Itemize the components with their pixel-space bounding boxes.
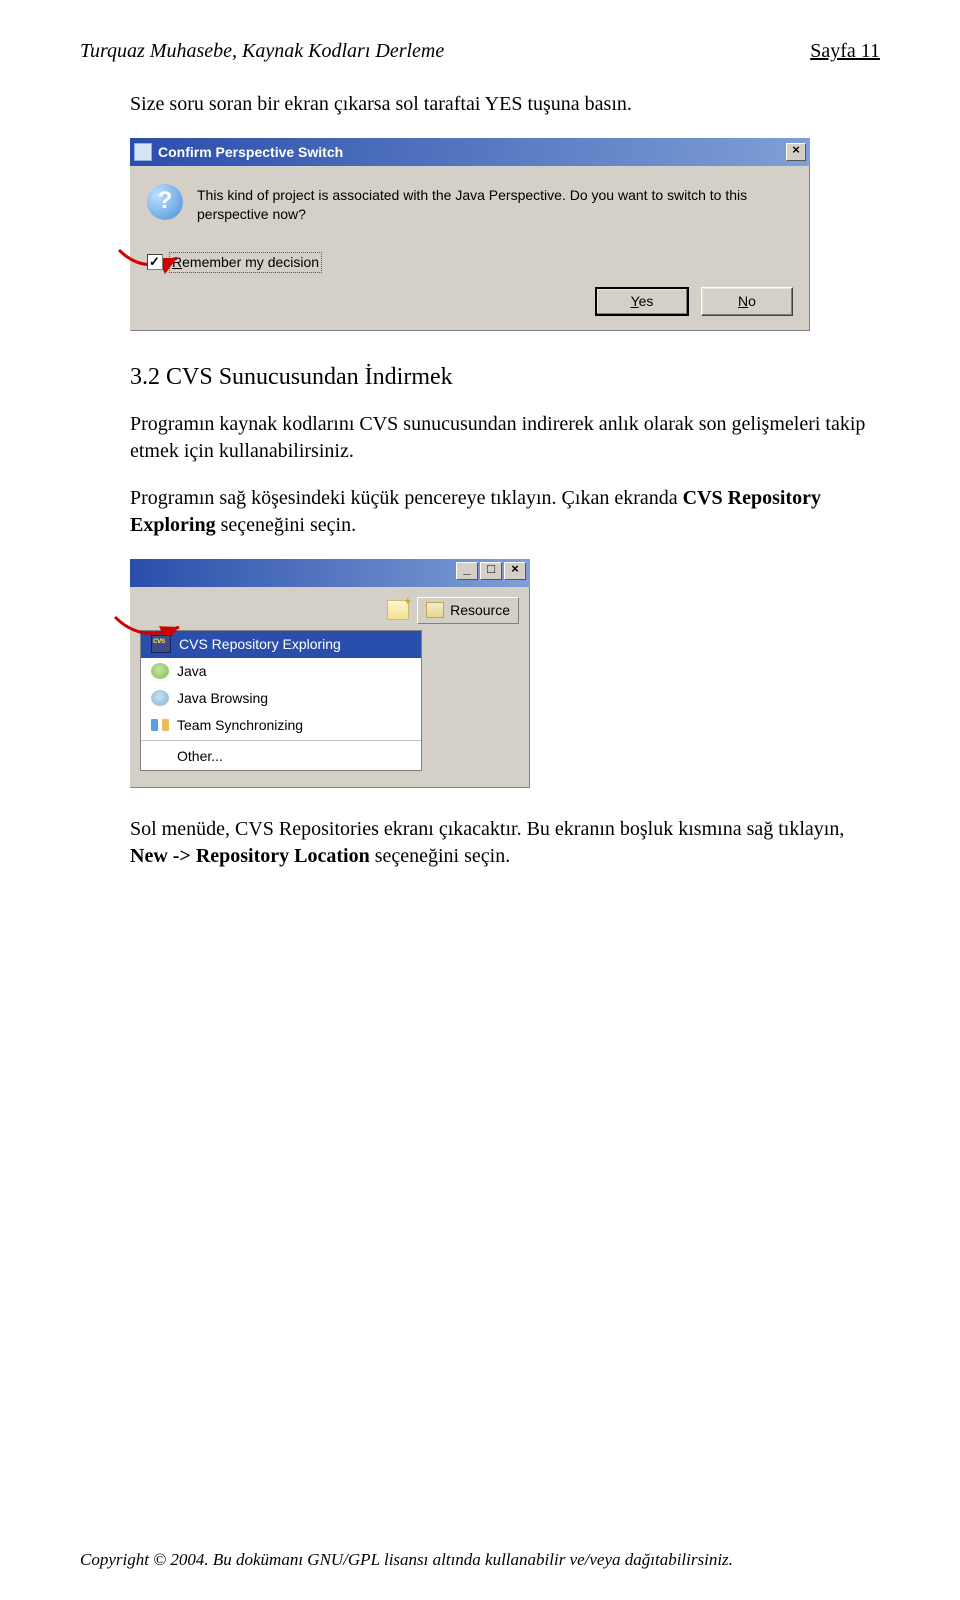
dialog-body: This kind of project is associated with … [130,166,810,331]
header-page-number: Sayfa 11 [810,40,880,63]
remember-checkbox[interactable] [147,254,163,270]
para3-text-c: seçeneğini seçin. [216,514,357,536]
maximize-button[interactable]: □ [480,562,502,580]
question-icon [147,184,183,220]
perspective-body: Resource CVS Repository Exploring Java [130,587,530,788]
para4-bold: New -> Repository Location [130,845,370,867]
para4-text-c: seçeneğini seçin. [370,845,511,867]
resource-label: Resource [450,601,510,620]
eclipse-icon [134,143,152,161]
java-icon [151,663,169,679]
page: Turquaz Muhasebe, Kaynak Kodları Derleme… [0,0,960,1600]
section-heading: 3.2 CVS Sunucusundan İndirmek [130,361,880,393]
para3-text-a: Programın sağ köşesindeki küçük pencerey… [130,487,683,509]
perspective-item-cvs[interactable]: CVS Repository Exploring [141,631,421,658]
dialog-message: This kind of project is associated with … [197,186,793,224]
remember-label: Remember my decision [169,252,322,273]
perspective-popup: CVS Repository Exploring Java Java Brows… [140,630,422,771]
menu-separator [141,740,421,741]
close-button[interactable]: × [786,143,806,161]
para4-text-a: Sol menüde, CVS Repositories ekranı çıka… [130,818,844,840]
no-button[interactable]: No [701,287,793,316]
perspective-switcher: _ □ × Resource [130,559,530,788]
header-left: Turquaz Muhasebe, Kaynak Kodları Derleme [80,40,444,63]
perspective-item-team[interactable]: Team Synchronizing [141,712,421,739]
body: Size soru soran bir ekran çıkarsa sol ta… [130,91,880,870]
dialog-button-row: Yes No [147,287,793,316]
java-browsing-icon [151,690,169,706]
perspective-item-label: CVS Repository Exploring [179,635,341,654]
paragraph-2: Programın kaynak kodlarını CVS sunucusun… [130,411,880,465]
remember-row: Remember my decision [147,252,793,273]
perspective-item-label: Team Synchronizing [177,716,303,735]
confirm-perspective-dialog: Confirm Perspective Switch × This kind o… [130,138,810,331]
page-header: Turquaz Muhasebe, Kaynak Kodları Derleme… [80,40,880,63]
dialog-title: Confirm Perspective Switch [158,143,786,162]
resource-icon [426,602,444,618]
perspective-toolbar: Resource [140,597,519,624]
blank-icon [151,749,169,765]
minimize-button[interactable]: _ [456,562,478,580]
dialog-message-row: This kind of project is associated with … [147,184,793,224]
dialog-titlebar: Confirm Perspective Switch × [130,138,810,166]
cvs-icon [151,635,171,653]
perspective-item-java-browsing[interactable]: Java Browsing [141,685,421,712]
close-button[interactable]: × [504,562,526,580]
paragraph-3: Programın sağ köşesindeki küçük pencerey… [130,485,880,539]
intro-paragraph: Size soru soran bir ekran çıkarsa sol ta… [130,91,880,118]
team-sync-icon [151,717,169,733]
paragraph-4: Sol menüde, CVS Repositories ekranı çıka… [130,816,880,870]
perspective-item-label: Other... [177,747,223,766]
perspective-item-label: Java Browsing [177,689,268,708]
yes-button[interactable]: Yes [595,287,689,316]
perspective-item-label: Java [177,662,207,681]
perspective-item-java[interactable]: Java [141,658,421,685]
perspective-item-other[interactable]: Other... [141,743,421,770]
resource-perspective-button[interactable]: Resource [417,597,519,624]
window-titlebar: _ □ × [130,559,530,587]
page-footer: Copyright © 2004. Bu dokümanı GNU/GPL li… [80,1550,880,1570]
open-perspective-icon[interactable] [387,600,409,620]
